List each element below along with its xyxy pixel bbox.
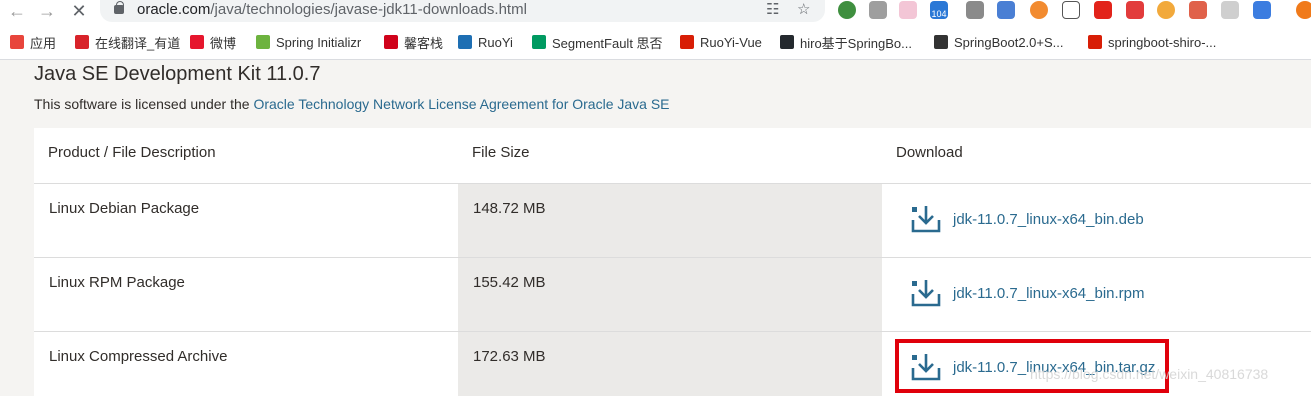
row-description: Linux Compressed Archive xyxy=(49,348,228,365)
bookmark-label: 在线翻译_有道 xyxy=(95,35,181,51)
row-file-size: 148.72 MB xyxy=(473,200,546,217)
bookmark-item[interactable]: 在线翻译_有道 xyxy=(75,32,180,52)
bookmark-icon xyxy=(190,35,204,49)
bookmark-item[interactable]: springboot-shiro-... xyxy=(1088,32,1216,52)
download-file-name[interactable]: jdk-11.0.7_linux-x64_bin.rpm xyxy=(953,285,1145,302)
row-file-size: 172.63 MB xyxy=(473,348,546,365)
bookmark-item[interactable]: SpringBoot2.0+S... xyxy=(934,32,1064,52)
bookmark-item[interactable]: 馨客栈 xyxy=(384,32,443,52)
extension-chrome-icon[interactable] xyxy=(1157,1,1175,19)
bookmark-icon xyxy=(75,35,89,49)
downloads-table: Product / File Description File Size Dow… xyxy=(34,128,1311,396)
bookmark-icon xyxy=(384,35,398,49)
bookmark-icon xyxy=(1088,35,1102,49)
download-link[interactable]: jdk-11.0.7_linux-x64_bin.deb xyxy=(910,204,1144,234)
table-row: Linux Debian Package 148.72 MB jdk-11.0.… xyxy=(34,183,1311,257)
bookmark-label: Spring Initializr xyxy=(276,34,362,50)
download-icon xyxy=(911,206,941,233)
bookmark-icon xyxy=(780,35,794,49)
bookmark-icon xyxy=(532,35,546,49)
bookmark-item[interactable]: 应用 xyxy=(10,32,56,52)
back-icon[interactable]: ← xyxy=(6,0,28,22)
extension-cube-icon[interactable] xyxy=(1126,1,1144,19)
bookmark-label: RuoYi xyxy=(478,34,513,50)
license-text: This software is licensed under the Orac… xyxy=(34,96,670,112)
row-description: Linux Debian Package xyxy=(49,200,200,217)
extension-badge-count: 104 xyxy=(931,9,947,19)
bookmark-label: SegmentFault 思否 xyxy=(552,35,663,51)
header-download: Download xyxy=(896,144,963,161)
bookmark-item[interactable]: hiro基于SpringBo... xyxy=(780,32,912,52)
bookmark-icon xyxy=(458,35,472,49)
bookmark-icon xyxy=(934,35,948,49)
header-description: Product / File Description xyxy=(48,144,216,161)
table-row: Linux Compressed Archive 172.63 MB jdk-1… xyxy=(34,331,1311,396)
bookmark-item[interactable]: 微博 xyxy=(190,32,236,52)
bookmark-label: hiro基于SpringBo... xyxy=(800,35,912,51)
translate-icon[interactable]: ☷ xyxy=(766,0,779,20)
extension-mail-icon[interactable] xyxy=(1221,1,1239,19)
extension-translate-icon[interactable] xyxy=(997,1,1015,19)
row-description: Linux RPM Package xyxy=(49,274,185,291)
bookmark-label: RuoYi-Vue xyxy=(700,34,762,50)
header-file-size: File Size xyxy=(472,144,530,161)
page-title: Java SE Development Kit 11.0.7 xyxy=(34,63,321,85)
bookmark-icon xyxy=(680,35,694,49)
extension-json-icon[interactable] xyxy=(1062,1,1080,19)
bookmark-item[interactable]: SegmentFault 思否 xyxy=(532,32,663,52)
extension-globe-icon[interactable] xyxy=(838,1,856,19)
url-text: oracle.com/java/technologies/javase-jdk1… xyxy=(137,1,527,18)
download-file-name[interactable]: jdk-11.0.7_linux-x64_bin.deb xyxy=(953,211,1144,228)
bookmark-item[interactable]: RuoYi-Vue xyxy=(680,32,762,52)
license-link[interactable]: Oracle Technology Network License Agreem… xyxy=(253,96,669,112)
page-content: Java SE Development Kit 11.0.7 This soft… xyxy=(0,60,1311,396)
watermark: https://blog.csdn.net/weixin_40816738 xyxy=(1030,366,1269,382)
stop-loading-icon[interactable]: ✕ xyxy=(68,0,90,22)
row-file-size: 155.42 MB xyxy=(473,274,546,291)
extension-vue-icon[interactable] xyxy=(966,1,984,19)
bookmark-label: springboot-shiro-... xyxy=(1108,34,1217,50)
table-row: Linux RPM Package 155.42 MB jdk-11.0.7_l… xyxy=(34,257,1311,331)
download-icon xyxy=(911,280,941,307)
extension-blue-icon[interactable] xyxy=(1253,1,1271,19)
profile-avatar-icon[interactable] xyxy=(1296,1,1311,19)
url-field[interactable]: oracle.com/java/technologies/javase-jdk1… xyxy=(100,0,825,22)
license-prefix: This software is licensed under the xyxy=(34,96,254,112)
extension-gray-icon[interactable] xyxy=(869,1,887,19)
forward-icon[interactable]: → xyxy=(36,0,58,22)
bookmark-label: 微博 xyxy=(210,35,237,51)
extension-infinity-icon[interactable] xyxy=(1030,1,1048,19)
extension-fe-icon[interactable] xyxy=(1094,1,1112,19)
bookmark-icon xyxy=(256,35,270,49)
bookmarks-bar: 应用 在线翻译_有道 微博 Spring Initializr 馨客栈 RuoYi Segm… xyxy=(0,24,1311,60)
bookmark-label: SpringBoot2.0+S... xyxy=(954,34,1064,50)
bookmark-star-icon[interactable]: ☆ xyxy=(797,0,810,20)
bookmark-item[interactable]: RuoYi xyxy=(458,32,513,52)
address-bar: ← → ✕ oracle.com/java/technologies/javas… xyxy=(0,0,1311,24)
bookmark-icon xyxy=(10,35,24,49)
extension-shield-icon[interactable] xyxy=(1189,1,1207,19)
download-link[interactable]: jdk-11.0.7_linux-x64_bin.rpm xyxy=(910,278,1145,308)
extension-badge-icon[interactable]: 104 xyxy=(930,1,948,19)
bookmark-item[interactable]: Spring Initializr xyxy=(256,32,361,52)
bookmark-label: 应用 xyxy=(30,35,57,51)
bookmark-label: 馨客栈 xyxy=(404,35,444,51)
extension-pink-icon[interactable] xyxy=(899,1,917,19)
lock-icon[interactable] xyxy=(114,1,124,14)
